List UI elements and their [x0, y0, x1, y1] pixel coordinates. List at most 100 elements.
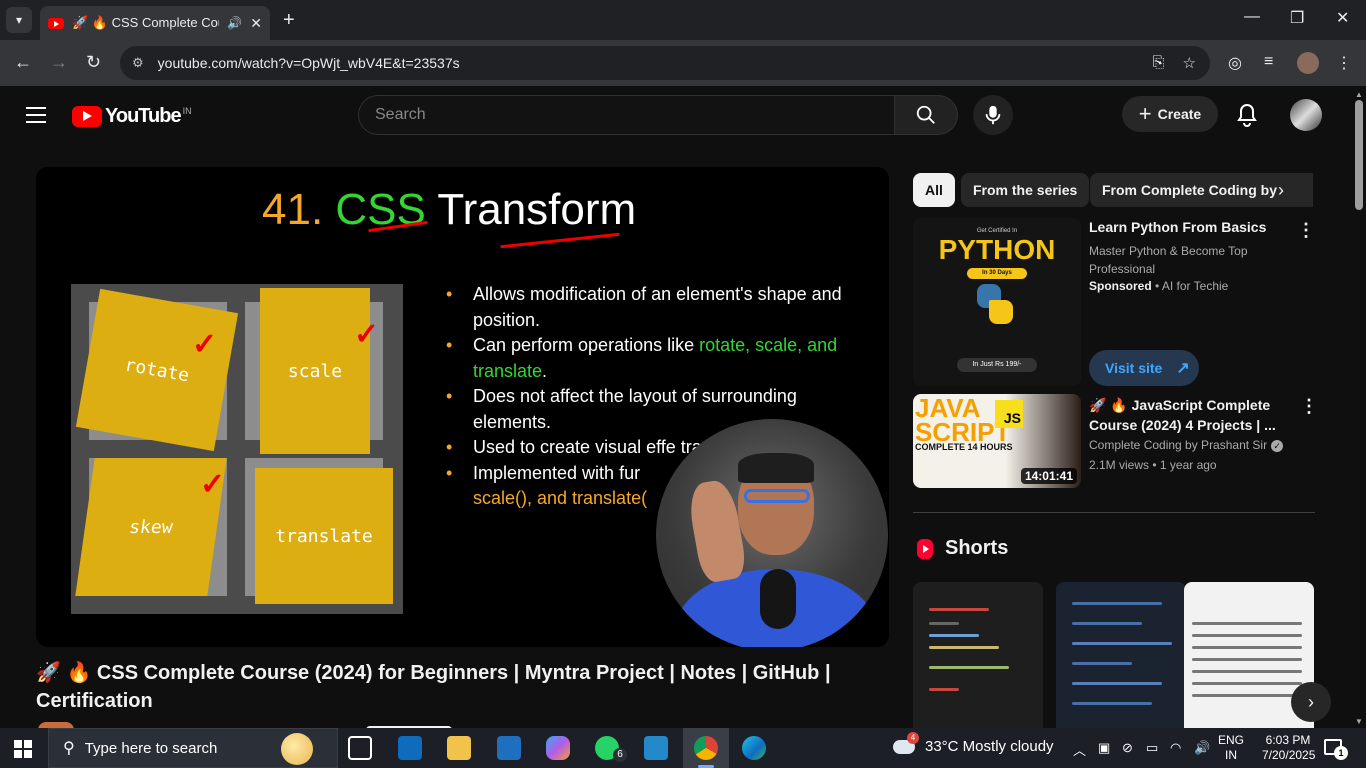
- tab-title: 🚀 🔥 CSS Complete Course: [72, 15, 219, 30]
- volume-icon[interactable]: 🔊: [1194, 740, 1210, 756]
- scrollbar-thumb[interactable]: [1355, 100, 1363, 210]
- extensions-icon[interactable]: ◎: [1228, 53, 1242, 73]
- edge-icon[interactable]: [742, 736, 766, 760]
- media-control-icon[interactable]: ≡: [1264, 53, 1273, 71]
- bookmark-star-icon[interactable]: ☆: [1183, 54, 1196, 72]
- minimize-icon[interactable]: —: [1244, 8, 1260, 26]
- translate-card: translate: [255, 468, 393, 604]
- task-view-icon[interactable]: [348, 736, 372, 760]
- create-label: Create: [1157, 106, 1202, 122]
- taskbar-search-input[interactable]: ⚲ Type here to search: [48, 728, 338, 768]
- browser-toolbar: ← → ↻ ⚙ youtube.com/watch?v=OpWjt_wbV4E&…: [0, 40, 1366, 86]
- related-video-thumbnail[interactable]: JAVA SCRIPT COMPLETE 14 HOURS JS 14:01:41: [913, 394, 1081, 488]
- search-icon: ⚲: [63, 740, 75, 757]
- page-scrollbar[interactable]: ▲ ▼: [1352, 86, 1366, 728]
- ad-thumbnail[interactable]: Get Certified In PYTHON In 30 Days In Ju…: [913, 218, 1081, 386]
- browser-tabbar: ▾ 🚀 🔥 CSS Complete Course 🔊 ✕ + — ❐ ✕: [0, 0, 1366, 40]
- scroll-up-arrow-icon[interactable]: ▲: [1355, 90, 1363, 99]
- short-thumbnail[interactable]: [913, 582, 1043, 728]
- microphone-icon: [985, 105, 1001, 125]
- battery-icon[interactable]: ▭: [1146, 740, 1158, 756]
- shorts-next-button[interactable]: ›: [1291, 682, 1331, 722]
- shorts-title: Shorts: [945, 537, 1009, 559]
- skew-label: skew: [127, 516, 175, 538]
- forward-icon[interactable]: →: [50, 52, 68, 73]
- ad-description: Master Python & Become Top Professional: [1089, 244, 1248, 276]
- translate-label: translate: [275, 525, 373, 547]
- search-placeholder: Search: [375, 106, 426, 123]
- related-channel-name[interactable]: Complete Coding by Prashant Sir ✓: [1089, 438, 1284, 452]
- language-indicator[interactable]: ENG IN: [1218, 733, 1244, 763]
- youtube-favicon-icon: [48, 17, 64, 29]
- visit-site-button[interactable]: Visit site ↗: [1089, 350, 1199, 386]
- clock-time: 6:03 PM: [1265, 733, 1311, 747]
- scale-card: scale: [260, 288, 370, 454]
- menu-kebab-icon[interactable]: ⋮: [1336, 53, 1352, 73]
- hamburger-menu-icon[interactable]: [26, 107, 46, 123]
- bullet-item: Allows modification of an element's shap…: [444, 282, 864, 333]
- voice-search-button[interactable]: [973, 95, 1013, 135]
- search-button[interactable]: [894, 95, 958, 135]
- scale-label: scale: [287, 360, 343, 382]
- plus-icon: +: [1138, 101, 1152, 126]
- scroll-down-arrow-icon[interactable]: ▼: [1355, 717, 1363, 726]
- account-avatar[interactable]: [1290, 99, 1322, 131]
- browser-profile-avatar[interactable]: [1297, 52, 1319, 74]
- clock[interactable]: 6:03 PM 7/20/2025: [1262, 733, 1316, 763]
- media-player-icon[interactable]: [497, 736, 521, 760]
- file-explorer-icon[interactable]: [447, 736, 471, 760]
- chrome-icon[interactable]: [694, 736, 718, 760]
- ad-thumb-title: PYTHON: [938, 234, 1056, 265]
- weather-widget[interactable]: 4 33°C Mostly cloudy: [893, 731, 1054, 755]
- vscode-icon[interactable]: [644, 736, 668, 760]
- outlook-icon[interactable]: [398, 736, 422, 760]
- restore-icon[interactable]: ❐: [1290, 8, 1304, 28]
- site-info-icon[interactable]: ⚙: [132, 55, 144, 71]
- close-window-icon[interactable]: ✕: [1336, 8, 1349, 28]
- notifications-bell-icon[interactable]: [1236, 103, 1258, 132]
- wifi-icon[interactable]: ◠: [1170, 740, 1181, 756]
- copilot-icon[interactable]: [546, 736, 570, 760]
- chevron-right-icon[interactable]: ›: [1278, 180, 1284, 201]
- windows-start-icon[interactable]: [14, 740, 32, 758]
- windows-taskbar: ⚲ Type here to search 6 4 33°C Mostly cl…: [0, 728, 1366, 768]
- section-divider: [913, 512, 1315, 513]
- network-device-icon[interactable]: ▣: [1098, 740, 1110, 756]
- notification-count-badge: 1: [1334, 746, 1348, 760]
- create-button[interactable]: + Create: [1122, 96, 1218, 132]
- tab-list-button[interactable]: ▾: [6, 7, 32, 33]
- advertiser-name: • AI for Techie: [1151, 279, 1229, 293]
- ad-sponsor-line: Sponsored • AI for Techie: [1089, 279, 1228, 293]
- related-more-options-icon[interactable]: ⋮: [1300, 396, 1318, 417]
- chip-from-series[interactable]: From the series: [961, 173, 1090, 207]
- clock-date: 7/20/2025: [1262, 748, 1316, 762]
- presenter-webcam-overlay: [656, 419, 888, 647]
- address-bar[interactable]: ⚙ youtube.com/watch?v=OpWjt_wbV4E&t=2353…: [120, 46, 1210, 80]
- camera-off-icon[interactable]: ⊘: [1122, 740, 1133, 756]
- ad-title[interactable]: Learn Python From Basics: [1089, 219, 1299, 235]
- youtube-wordmark: YouTube: [105, 105, 182, 127]
- search-input[interactable]: Search: [358, 95, 895, 135]
- url-text: youtube.com/watch?v=OpWjt_wbV4E&t=23537s: [157, 55, 460, 71]
- ad-more-options-icon[interactable]: ⋮: [1297, 220, 1315, 241]
- chip-all[interactable]: All: [913, 173, 955, 207]
- short-thumbnail[interactable]: [1056, 582, 1186, 728]
- video-player[interactable]: 41. CSS Transform rotate scale skew tran…: [36, 167, 889, 647]
- back-icon[interactable]: ←: [14, 52, 32, 73]
- close-tab-icon[interactable]: ✕: [250, 15, 262, 32]
- slide-title: 41. CSS Transform: [262, 185, 636, 235]
- red-checkmark-icon: ✓: [200, 468, 226, 501]
- speaker-icon[interactable]: 🔊: [227, 16, 242, 30]
- related-video-title[interactable]: 🚀 🔥 JavaScript Complete Course (2024) 4 …: [1089, 395, 1289, 435]
- taskbar-search-placeholder: Type here to search: [84, 739, 218, 757]
- youtube-play-icon: [72, 106, 102, 127]
- reload-icon[interactable]: ↻: [86, 52, 101, 73]
- youtube-logo[interactable]: YouTube IN: [72, 105, 192, 128]
- show-hidden-icons-chevron-icon[interactable]: ︿: [1073, 740, 1086, 759]
- visit-site-label: Visit site: [1105, 360, 1163, 376]
- ad-thumb-days: In 30 Days: [967, 268, 1027, 279]
- tab-youtube[interactable]: 🚀 🔥 CSS Complete Course 🔊 ✕: [40, 6, 270, 40]
- thumb-complete-text: COMPLETE 14 HOURS: [915, 442, 1013, 452]
- new-tab-button[interactable]: +: [283, 9, 295, 32]
- install-app-icon[interactable]: ⎘: [1153, 54, 1165, 72]
